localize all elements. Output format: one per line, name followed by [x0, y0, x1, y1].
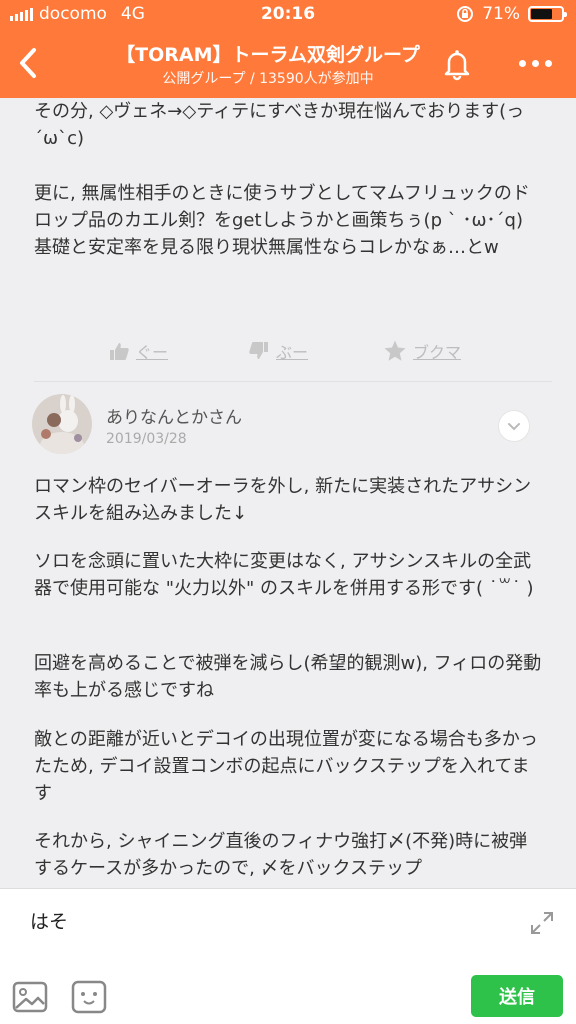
image-icon: [12, 981, 48, 1013]
chevron-left-icon: [20, 48, 36, 78]
back-button[interactable]: [10, 40, 50, 86]
send-button[interactable]: 送信: [471, 975, 563, 1017]
expand-icon: [531, 912, 553, 934]
avatar-image: [32, 394, 92, 454]
post-paragraph: ロマン枠のセイバーオーラを外し, 新たに実装されたアサシンスキルを組み込みました…: [34, 476, 532, 524]
more-dot: [531, 59, 539, 67]
status-bar: docomo 4G 20:16 71%: [0, 0, 576, 30]
header-bar: 【TORAM】トーラム双剣グループ 公開グループ / 13590人が参加中: [0, 30, 576, 98]
battery-percent: 71%: [482, 4, 520, 24]
bookmark-label: ブクマ: [413, 343, 462, 362]
thumbs-down-icon: [249, 342, 268, 359]
author-name[interactable]: ありなんとかさん: [106, 403, 242, 428]
good-button[interactable]: ぐー: [108, 339, 168, 363]
battery-icon: [528, 6, 567, 22]
boo-label: ぶー: [276, 343, 309, 362]
boo-button[interactable]: ぶー: [248, 339, 308, 363]
thumbs-up-icon: [110, 343, 129, 360]
post-paragraph: 敵との距離が近いとデコイの出現位置が変になる場合も多かったため, デコイ設置コン…: [34, 729, 538, 804]
page-title: 【TORAM】トーラム双剣グループ: [116, 44, 420, 66]
battery-level: [531, 9, 553, 19]
chevron-down-icon: [508, 423, 520, 431]
more-dots-icon: [518, 59, 526, 67]
sticker-button[interactable]: [70, 979, 108, 1015]
image-button[interactable]: [10, 979, 50, 1015]
expand-button[interactable]: [528, 909, 556, 937]
composer: はそ 送信: [0, 888, 576, 1024]
emoji-icon: [71, 980, 107, 1014]
rotation-lock-icon: [457, 6, 474, 22]
more-button[interactable]: [510, 48, 560, 78]
more-dot: [544, 59, 552, 67]
thread-content[interactable]: その分, ◇ヴェネ→◇ティテにすべきか現在悩んでおります(っ´ω`c) 更に, …: [0, 98, 576, 888]
post-paragraph: 更に, 無属性相手のときに使うサブとしてマムフリュックのドロップ品のカエル剣？を…: [34, 183, 530, 258]
message-input[interactable]: はそ: [30, 907, 68, 934]
avatar[interactable]: [32, 394, 92, 454]
post-menu-button[interactable]: [498, 410, 530, 442]
post-paragraph: それから, シャイニング直後のフィナウ強打〆(不発)時に被弾するケースが多かった…: [34, 831, 528, 879]
bookmark-button[interactable]: ブクマ: [383, 339, 461, 363]
good-label: ぐー: [136, 343, 169, 362]
post-paragraph: ソロを念頭に置いた大枠に変更はなく, アサシンスキルの全武器で使用可能な "火力…: [34, 551, 534, 599]
post-divider: [34, 381, 552, 382]
bell-icon: [444, 50, 470, 81]
post-date: 2019/03/28: [106, 431, 187, 447]
star-icon: [384, 340, 406, 361]
post-paragraph: その分, ◇ヴェネ→◇ティテにすべきか現在悩んでおります(っ´ω`c): [34, 101, 525, 149]
notification-button[interactable]: [437, 44, 477, 84]
page-subtitle: 公開グループ / 13590人が参加中: [162, 71, 374, 87]
post-paragraph: 回避を高めることで被弾を減らし(希望的観測w), フィロの発動率も上がる感じです…: [34, 653, 542, 701]
